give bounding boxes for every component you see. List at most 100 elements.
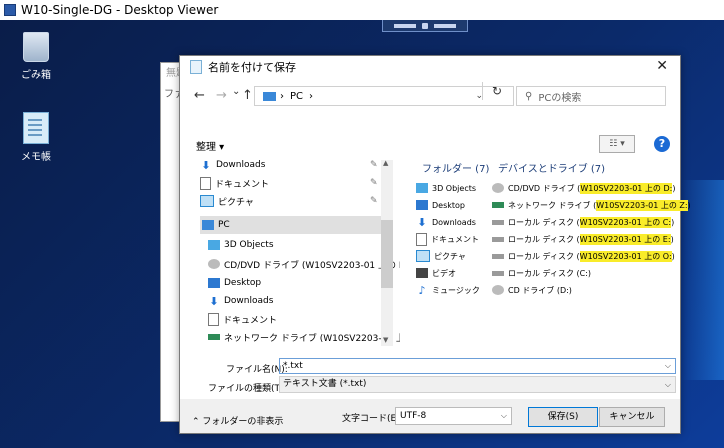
chevron-down-icon[interactable]: ⌵ <box>665 359 671 373</box>
folder-music[interactable]: ♪ ミュージック <box>416 282 480 298</box>
close-button[interactable]: ✕ <box>656 58 668 74</box>
nav-item-downloads[interactable]: ⬇ Downloads ✎ <box>200 156 390 174</box>
search-placeholder: PCの検索 <box>538 92 582 104</box>
folder-pictures[interactable]: ピクチャ <box>416 248 466 264</box>
encoding-value: UTF-8 <box>400 411 427 421</box>
folder-label: ミュージック <box>432 285 480 295</box>
drive-local-remote-c[interactable]: ローカル ディスク (W10SV2203-01 上の C:) <box>492 214 674 230</box>
network-drive-icon <box>492 202 504 208</box>
chevron-down-icon[interactable]: ⌵ <box>501 408 507 424</box>
up-arrow-icon[interactable]: ↑ <box>242 88 253 103</box>
pin-icon[interactable]: ✎ <box>370 196 378 206</box>
folder-label: ピクチャ <box>434 251 466 261</box>
notepad-icon <box>190 60 202 74</box>
filetype-select[interactable]: テキスト文書 (*.txt) ⌵ <box>279 376 676 393</box>
connection-bar[interactable] <box>382 20 468 32</box>
desktop-icon-notepad[interactable]: メモ帳 <box>6 112 66 163</box>
hide-folders-label: フォルダーの非表示 <box>202 417 284 427</box>
nav-item-pc[interactable]: PC <box>200 216 384 234</box>
save-button[interactable]: 保存(S) <box>528 407 598 427</box>
navigation-pane[interactable]: ⬇ Downloads ✎ ドキュメント ✎ ピクチャ ✎ PC 3D Obje… <box>200 156 400 346</box>
document-icon <box>208 312 219 326</box>
organize-menu[interactable]: 整理 ▾ <box>196 138 224 153</box>
nav-item-downloads[interactable]: ⬇ Downloads <box>208 292 273 310</box>
drive-local-c[interactable]: ローカル ディスク (C:) <box>492 265 591 281</box>
drive-label-prefix: ネットワーク ドライブ ( <box>508 200 597 210</box>
drive-local-remote-e[interactable]: ローカル ディスク (W10SV2203-01 上の E:) <box>492 231 674 247</box>
filename-value: *.txt <box>283 361 303 371</box>
cancel-button[interactable]: キャンセル <box>599 407 665 427</box>
drive-label-suffix: ) <box>671 251 675 261</box>
nav-pane-scroll-thumb[interactable] <box>381 220 393 288</box>
pictures-icon <box>416 250 430 262</box>
drive-label-prefix: CD ドライブ (D:) <box>508 285 572 295</box>
drive-cd-dvd-remote[interactable]: CD/DVD ドライブ (W10SV2203-01 上の D:) <box>492 180 675 196</box>
nav-item-documents[interactable]: ドキュメント ✎ <box>200 174 390 192</box>
nav-item-3d-objects[interactable]: 3D Objects <box>208 236 274 254</box>
local-disk-icon <box>492 270 504 276</box>
folder-documents[interactable]: ドキュメント <box>416 231 479 247</box>
nav-item-label: Desktop <box>224 278 262 288</box>
pin-icon[interactable]: ✎ <box>370 160 378 170</box>
view-options-button[interactable]: ☷ ▾ <box>599 135 635 153</box>
drive-label-highlight: W10SV2203-01 上の C: <box>579 216 672 228</box>
drive-label-prefix: ローカル ディスク ( <box>508 251 580 261</box>
scroll-up-icon[interactable]: ▲ <box>383 159 388 167</box>
desktop-icon-recycle-bin[interactable]: ごみ箱 <box>6 32 66 81</box>
cd-drive-icon <box>208 259 220 269</box>
search-input[interactable]: ⚲ PCの検索 <box>516 86 666 106</box>
local-disk-icon <box>492 236 504 242</box>
drive-local-remote-o[interactable]: ローカル ディスク (W10SV2203-01 上の O:) <box>492 248 675 264</box>
navigation-bar: ← → ⌄ ↑ › PC › ⌄ ↻ ⚲ PCの検索 <box>180 82 680 110</box>
connection-bar-center-icon <box>422 22 428 29</box>
nav-item-desktop[interactable]: Desktop <box>208 274 261 292</box>
help-icon[interactable]: ? <box>654 136 670 152</box>
filename-input[interactable]: *.txt ⌵ <box>279 358 676 374</box>
hide-folders-button[interactable]: ⌃ フォルダーの非表示 <box>192 414 283 427</box>
breadcrumb-pc[interactable]: PC <box>290 91 303 102</box>
download-icon: ⬇ <box>201 158 211 172</box>
folder-3d-objects[interactable]: 3D Objects <box>416 180 476 196</box>
refresh-button[interactable]: ↻ <box>482 82 511 100</box>
drive-label-highlight: W10SV2203-01 上の Z: <box>596 199 688 211</box>
nav-item-cd-drive[interactable]: CD/DVD ドライブ (W10SV2203-01 上の D: <box>208 255 400 273</box>
viewer-titlebar: W10-Single-DG - Desktop Viewer <box>0 0 724 20</box>
nav-item-pictures[interactable]: ピクチャ ✎ <box>200 192 390 210</box>
filetype-label: ファイルの種類(T): <box>208 384 287 394</box>
drive-label-prefix: ローカル ディスク (C:) <box>508 268 592 278</box>
drives-group-header[interactable]: デバイスとドライブ (7) <box>498 160 605 175</box>
drive-label-suffix: ) <box>670 234 674 244</box>
scroll-down-icon[interactable]: ▼ <box>383 336 388 344</box>
drive-label-suffix: ) <box>687 200 691 210</box>
recent-locations-chevron-icon[interactable]: ⌄ <box>232 86 240 97</box>
video-icon <box>416 268 428 278</box>
drive-label-suffix: ) <box>671 217 675 227</box>
download-icon: ⬇ <box>209 294 219 308</box>
dialog-toolbar: 整理 ▾ ☷ ▾ ? <box>180 134 680 154</box>
chevron-down-icon[interactable]: ⌵ <box>665 377 671 392</box>
back-arrow-icon[interactable]: ← <box>194 88 205 103</box>
drive-network-z[interactable]: ネットワーク ドライブ (W10SV2203-01 上の Z:) <box>492 197 691 213</box>
folders-group-header[interactable]: フォルダー (7) <box>422 160 489 175</box>
nav-item-label: PC <box>218 220 230 230</box>
folder-videos[interactable]: ビデオ <box>416 265 456 281</box>
folder-label: Desktop <box>432 200 465 210</box>
nav-item-network-drive[interactable]: ネットワーク ドライブ (W10SV2203-01 上の Z <box>208 328 400 346</box>
forward-arrow-icon[interactable]: → <box>216 88 227 103</box>
pin-icon[interactable]: ✎ <box>370 178 378 188</box>
encoding-select[interactable]: UTF-8 ⌵ <box>395 407 512 425</box>
breadcrumb-chevron-icon[interactable]: › <box>309 91 313 102</box>
file-list: フォルダー (7) デバイスとドライブ (7) 3D Objects Deskt… <box>416 160 691 360</box>
3d-objects-icon <box>416 183 428 193</box>
nav-item-label: Downloads <box>216 160 266 170</box>
breadcrumb-chevron-icon[interactable]: › <box>280 91 284 102</box>
nav-item-label: ドキュメント <box>223 315 278 326</box>
drive-cd-d[interactable]: CD ドライブ (D:) <box>492 282 572 298</box>
nav-item-documents[interactable]: ドキュメント <box>208 310 277 328</box>
folder-downloads[interactable]: ⬇ Downloads <box>416 214 476 230</box>
address-bar[interactable]: › PC › ⌄ <box>254 86 514 106</box>
document-icon <box>416 232 427 246</box>
folder-desktop[interactable]: Desktop <box>416 197 465 213</box>
connection-bar-grip-icon <box>434 23 456 28</box>
desktop-folder-icon <box>416 200 428 210</box>
